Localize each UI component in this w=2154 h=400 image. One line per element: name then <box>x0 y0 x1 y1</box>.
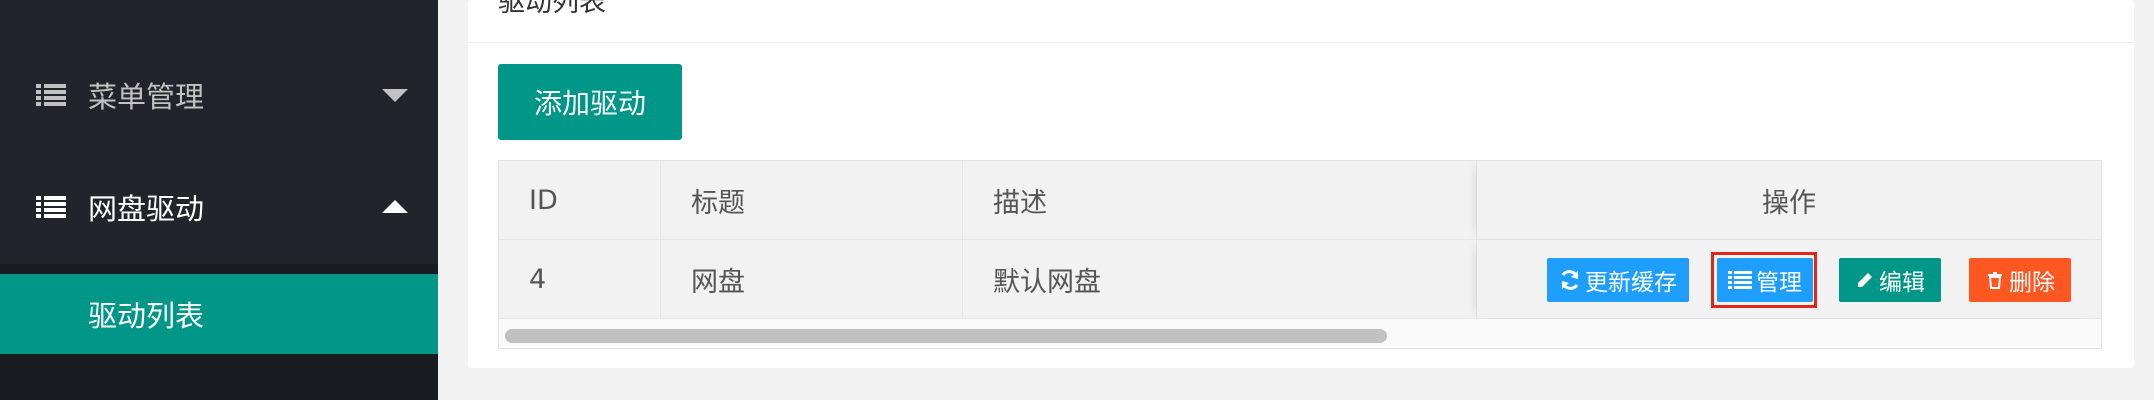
table-header-row: ID 标题 描述 操作 <box>499 161 2101 240</box>
refresh-icon <box>1561 270 1579 290</box>
chevron-up-icon <box>382 200 408 213</box>
sidebar-item-label: 菜单管理 <box>88 80 205 114</box>
add-driver-button[interactable]: 添加驱动 <box>498 64 682 140</box>
list-icon <box>1728 271 1752 289</box>
delete-label: 删除 <box>2009 270 2055 296</box>
refresh-cache-label: 更新缓存 <box>1585 270 1677 296</box>
driver-list-card: 驱动列表 添加驱动 ID 标题 描述 操作 4 网盘 默认网盘 更新缓存 管理 … <box>468 0 2134 368</box>
edit-label: 编辑 <box>1879 270 1925 296</box>
manage-label: 管理 <box>1756 270 1802 296</box>
column-header-actions: 操作 <box>1477 161 2101 239</box>
delete-button[interactable]: 删除 <box>1969 258 2071 302</box>
pencil-icon <box>1858 273 1872 287</box>
page-title: 驱动列表 <box>498 0 606 18</box>
sidebar: 菜单管理 网盘驱动 驱动列表 <box>0 0 438 400</box>
manage-button[interactable]: 管理 <box>1717 258 1813 302</box>
column-header-title: 标题 <box>661 161 963 239</box>
refresh-cache-button[interactable]: 更新缓存 <box>1547 258 1689 302</box>
edit-button[interactable]: 编辑 <box>1839 258 1941 302</box>
sidebar-item-label: 网盘驱动 <box>88 192 205 226</box>
card-header: 驱动列表 <box>468 0 2134 43</box>
trash-icon <box>1988 272 2002 289</box>
sidebar-subitem-driver-list[interactable]: 驱动列表 <box>0 274 438 354</box>
list-icon <box>36 84 66 106</box>
column-header-id: ID <box>499 161 661 239</box>
table-row: 4 网盘 默认网盘 更新缓存 管理 编辑 删除 <box>499 240 2101 319</box>
cell-description: 默认网盘 <box>963 240 1477 318</box>
sidebar-item-menu-management[interactable]: 菜单管理 <box>0 40 438 150</box>
chevron-down-icon <box>382 89 408 102</box>
driver-table: ID 标题 描述 操作 4 网盘 默认网盘 更新缓存 管理 编辑 删除 <box>498 160 2102 349</box>
cell-id: 4 <box>499 240 661 318</box>
column-header-description: 描述 <box>963 161 1477 239</box>
cell-title: 网盘 <box>661 240 963 318</box>
list-icon <box>36 196 66 218</box>
sidebar-subitem-label: 驱动列表 <box>88 299 205 333</box>
sidebar-item-disk-driver[interactable]: 网盘驱动 <box>0 152 438 262</box>
scrollbar-thumb[interactable] <box>505 329 1387 343</box>
